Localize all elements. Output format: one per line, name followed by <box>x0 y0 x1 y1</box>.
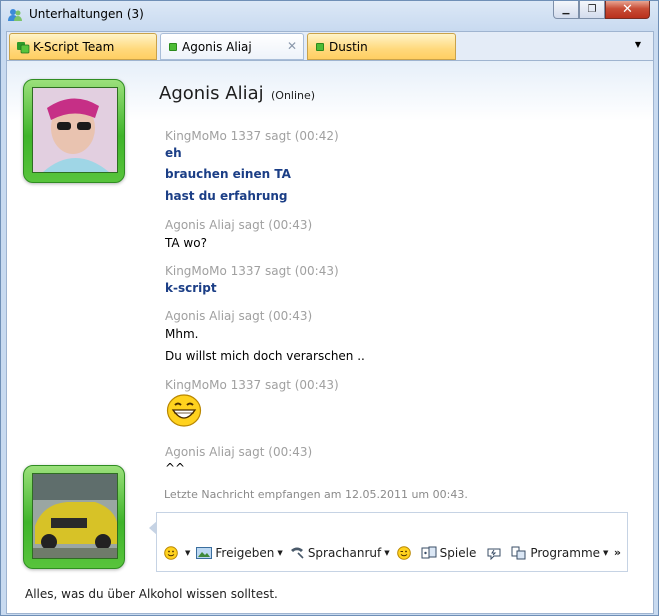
own-photo <box>33 474 117 558</box>
message-line: eh <box>165 146 182 160</box>
message-header: KingMoMo 1337 sagt (00:42) <box>165 129 339 143</box>
message-input-area[interactable]: ▼ Freigeben ▼ Sprachanruf ▼ Spiele Progr… <box>149 512 628 572</box>
nudge-button[interactable] <box>486 546 505 560</box>
toolbar-overflow-icon[interactable]: » <box>614 546 621 559</box>
contact-avatar[interactable] <box>23 79 125 183</box>
laughing-smiley-icon <box>166 394 202 427</box>
conversation-pane: Agonis Aliaj (Online) KingMoMo 1337 sagt… <box>6 61 654 614</box>
contact-photo <box>33 88 117 172</box>
programs-icon <box>511 546 526 560</box>
message-header: Agonis Aliaj sagt (00:43) <box>165 445 313 459</box>
phone-icon <box>290 547 304 559</box>
tab-label: Dustin <box>329 39 368 54</box>
share-button[interactable]: Freigeben ▼ <box>196 546 283 560</box>
status-online-icon <box>316 42 324 51</box>
games-icon <box>421 546 437 559</box>
message-header: Agonis Aliaj sagt (00:43) <box>165 309 313 323</box>
tab-dustin[interactable]: Dustin <box>307 33 456 60</box>
close-icon: ✕ <box>622 2 633 17</box>
dropdown-caret-icon: ▼ <box>277 549 283 557</box>
message-line: Du willst mich doch verarschen .. <box>165 349 365 363</box>
wink-button[interactable] <box>396 546 415 560</box>
title-bar[interactable]: Unterhaltungen (3) ▁ ❐ ✕ <box>1 1 658 29</box>
dropdown-caret-icon: ▼ <box>603 549 609 557</box>
message-line: hast du erfahrung <box>165 189 288 203</box>
ad-footer-link[interactable]: Alles, was du über Alkohol wissen sollte… <box>25 587 278 601</box>
picture-icon <box>196 547 213 559</box>
maximize-icon: ❐ <box>587 4 597 15</box>
close-button[interactable]: ✕ <box>605 1 650 19</box>
message-header: KingMoMo 1337 sagt (00:43) <box>165 378 339 392</box>
voice-call-label: Sprachanruf <box>307 546 382 560</box>
tab-k-script-team[interactable]: K-Script Team <box>9 33 157 60</box>
status-online-icon <box>169 42 177 51</box>
window-title: Unterhaltungen (3) <box>29 7 144 21</box>
message-line: TA wo? <box>165 236 207 250</box>
own-avatar[interactable] <box>23 465 125 569</box>
message-header: KingMoMo 1337 sagt (00:43) <box>165 264 339 278</box>
dropdown-caret-icon: ▼ <box>384 549 390 557</box>
close-tab-icon[interactable]: ✕ <box>287 39 297 53</box>
programs-button[interactable]: Programme ▼ <box>511 546 608 560</box>
emoticon-menu-button[interactable]: ▼ <box>163 546 190 560</box>
message-line: Mhm. <box>165 327 199 341</box>
minimize-button[interactable]: ▁ <box>553 1 579 19</box>
message-line: ^^ <box>165 461 186 475</box>
games-label: Spiele <box>439 546 477 560</box>
messenger-app-icon <box>8 9 22 21</box>
wink-icon <box>396 546 411 560</box>
last-message-received-note: Letzte Nachricht empfangen am 12.05.2011… <box>164 488 468 501</box>
conversation-window: Unterhaltungen (3) ▁ ❐ ✕ K-Script Team A… <box>0 0 659 616</box>
message-line: k-script <box>165 281 217 295</box>
nudge-icon <box>487 548 501 560</box>
tab-agonis-aliaj[interactable]: Agonis Aliaj ✕ <box>160 33 304 60</box>
programs-label: Programme <box>530 546 601 560</box>
message-header: Agonis Aliaj sagt (00:43) <box>165 218 313 232</box>
tab-label: Agonis Aliaj <box>182 39 252 54</box>
conversation-toolbar: ▼ Freigeben ▼ Sprachanruf ▼ Spiele Progr… <box>157 543 627 563</box>
group-icon <box>17 41 30 53</box>
games-button[interactable]: Spiele <box>421 546 477 560</box>
voice-call-button[interactable]: Sprachanruf ▼ <box>289 546 390 560</box>
tab-label: K-Script Team <box>33 39 115 54</box>
dropdown-caret-icon: ▼ <box>185 549 191 557</box>
contact-name: Agonis Aliaj <box>159 83 264 104</box>
share-label: Freigeben <box>215 546 275 560</box>
tab-bar: K-Script Team Agonis Aliaj ✕ Dustin ▼ <box>6 31 654 61</box>
contact-status: (Online) <box>271 89 316 102</box>
tab-overflow-dropdown-icon[interactable]: ▼ <box>635 40 641 49</box>
maximize-button[interactable]: ❐ <box>579 1 605 19</box>
smiley-icon <box>164 546 178 560</box>
minimize-icon: ▁ <box>562 4 570 15</box>
message-line: brauchen einen TA <box>165 167 291 181</box>
